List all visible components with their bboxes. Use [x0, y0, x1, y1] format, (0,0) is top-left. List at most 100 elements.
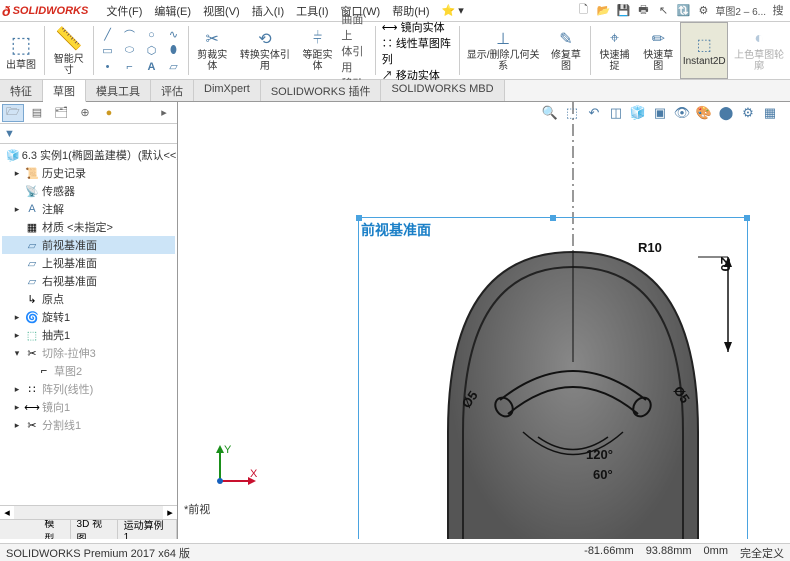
- tab-feature[interactable]: 特征: [0, 80, 43, 101]
- tree-root[interactable]: 🧊6.3 实例1(椭圆盖建模）(默认<<默认>_显: [2, 146, 175, 164]
- fm-config-icon[interactable]: 🗂: [50, 104, 72, 122]
- circle-icon[interactable]: ○: [144, 27, 160, 43]
- quick-snap-button[interactable]: ⌖快速捕捉: [593, 22, 637, 79]
- search-icon[interactable]: 搜: [770, 2, 786, 18]
- tree-shell[interactable]: ▸⬚抽壳1: [2, 326, 175, 344]
- bottom-tab-model[interactable]: 模型: [38, 519, 70, 539]
- rapid-sketch-button[interactable]: ✏快速草图: [636, 22, 680, 79]
- app-name: SOLIDWORKS: [13, 5, 89, 17]
- exit-sketch-button[interactable]: ⬚出草图: [0, 22, 42, 79]
- section-icon[interactable]: ◫: [606, 104, 626, 122]
- tab-mold[interactable]: 模具工具: [86, 80, 151, 101]
- convert-button[interactable]: ⟲转换实体引用: [234, 22, 296, 79]
- linear-pattern[interactable]: ∷ 线性草图阵列: [382, 35, 454, 67]
- spline-icon[interactable]: ∿: [166, 27, 182, 43]
- offset-button[interactable]: ⫩等距实体: [296, 22, 340, 79]
- tree-cut-extrude[interactable]: ▾✂切除-拉伸3: [2, 344, 175, 362]
- tree-right-plane[interactable]: ▱右视基准面: [2, 272, 175, 290]
- rebuild-icon[interactable]: 🔃: [675, 2, 691, 18]
- tree-history[interactable]: ▸📜历史记录: [2, 164, 175, 182]
- dim-r10[interactable]: R10: [638, 240, 662, 255]
- tree-sketch2[interactable]: ⌐草图2: [2, 362, 175, 380]
- open-icon[interactable]: 📂: [595, 2, 611, 18]
- shade-contour-button[interactable]: ◐上色草图轮廓: [728, 22, 790, 79]
- view-triad[interactable]: Y X: [210, 441, 260, 491]
- tree-material[interactable]: ▦材质 <未指定>: [2, 218, 175, 236]
- view-settings-icon[interactable]: ⚙: [738, 104, 758, 122]
- dim-120[interactable]: 120°: [586, 447, 613, 462]
- menu-insert[interactable]: 插入(I): [246, 1, 290, 21]
- tab-mbd[interactable]: SOLIDWORKS MBD: [381, 80, 504, 101]
- new-icon[interactable]: 🗋: [575, 2, 591, 18]
- feature-tree[interactable]: 🧊6.3 实例1(椭圆盖建模）(默认<<默认>_显 ▸📜历史记录 📡传感器 ▸A…: [0, 144, 177, 505]
- rect-icon[interactable]: ▭: [100, 43, 116, 59]
- hide-show-icon[interactable]: 👁: [672, 104, 692, 122]
- zoom-fit-icon[interactable]: 🔍: [540, 104, 560, 122]
- tree-pattern[interactable]: ▸∷阵列(线性): [2, 380, 175, 398]
- menu-view[interactable]: 视图(V): [197, 1, 246, 21]
- prev-view-icon[interactable]: ↶: [584, 104, 604, 122]
- options-icon[interactable]: ⚙: [695, 2, 711, 18]
- appearance-icon[interactable]: 🎨: [694, 104, 714, 122]
- zoom-area-icon[interactable]: ⬚: [562, 104, 582, 122]
- view-name-label: *前视: [184, 501, 210, 517]
- tree-origin[interactable]: ↳原点: [2, 290, 175, 308]
- save-icon[interactable]: 💾: [615, 2, 631, 18]
- smart-dimension-button[interactable]: 📏智能尺寸: [47, 22, 91, 79]
- view-orient-icon[interactable]: 🧊: [628, 104, 648, 122]
- tree-revolve[interactable]: ▸🌀旋转1: [2, 308, 175, 326]
- ellipse-icon[interactable]: ⬮: [166, 43, 182, 59]
- bottom-tab-3dview[interactable]: 3D 视图: [71, 519, 118, 539]
- tree-top-plane[interactable]: ▱上视基准面: [2, 254, 175, 272]
- menu-tools[interactable]: 工具(I): [290, 1, 334, 21]
- scene-icon[interactable]: ⬤: [716, 104, 736, 122]
- doc-dropdown[interactable]: 草图2 – 6...: [715, 2, 766, 18]
- command-tabs: 特征 草图 模具工具 评估 DimXpert SOLIDWORKS 插件 SOL…: [0, 80, 790, 102]
- tree-annotations[interactable]: ▸A注解: [2, 200, 175, 218]
- polygon-icon[interactable]: ⬡: [144, 43, 160, 59]
- line-icon[interactable]: ╱: [100, 27, 116, 43]
- tab-sketch[interactable]: 草图: [43, 80, 86, 102]
- hscroll-left[interactable]: ◂: [0, 506, 14, 519]
- fm-display-icon[interactable]: ●: [98, 104, 120, 122]
- tab-addins[interactable]: SOLIDWORKS 插件: [261, 80, 382, 101]
- print-icon[interactable]: 🖶: [635, 2, 651, 18]
- status-state: 完全定义: [740, 545, 784, 561]
- display-style-icon[interactable]: ▣: [650, 104, 670, 122]
- menu-edit[interactable]: 编辑(E): [148, 1, 197, 21]
- graphics-area[interactable]: 🔍 ⬚ ↶ ◫ 🧊 ▣ 👁 🎨 ⬤ ⚙ ▦ 前视基准面: [178, 102, 790, 539]
- tab-dimxpert[interactable]: DimXpert: [194, 80, 261, 101]
- tree-sensors[interactable]: 📡传感器: [2, 182, 175, 200]
- text-icon[interactable]: A: [144, 59, 160, 75]
- trim-button[interactable]: ✂剪裁实体: [190, 22, 234, 79]
- tree-front-plane[interactable]: ▱前视基准面: [2, 236, 175, 254]
- tree-split[interactable]: ▸✂分割线1: [2, 416, 175, 434]
- point-icon[interactable]: •: [100, 59, 116, 75]
- fm-property-icon[interactable]: ▤: [26, 104, 48, 122]
- dim-60[interactable]: 60°: [593, 467, 613, 482]
- cursor-icon[interactable]: ↖: [655, 2, 671, 18]
- show-relations-button[interactable]: ⊥显示/删除几何关系: [462, 22, 544, 79]
- fm-tree-icon[interactable]: 🗁: [2, 104, 24, 122]
- fm-dim-icon[interactable]: ⊕: [74, 104, 96, 122]
- menu-dropdown-icon[interactable]: ⭐ ▾: [436, 2, 470, 19]
- slot-icon[interactable]: ⬭: [122, 43, 138, 59]
- tab-evaluate[interactable]: 评估: [151, 80, 194, 101]
- dim-20[interactable]: 20: [718, 257, 733, 271]
- repair-sketch-button[interactable]: ✎修复草图: [544, 22, 588, 79]
- filter-icon[interactable]: ▼: [4, 128, 15, 140]
- status-version: SOLIDWORKS Premium 2017 x64 版: [6, 545, 190, 561]
- menu-file[interactable]: 文件(F): [100, 1, 148, 21]
- hscroll-right[interactable]: ▸: [163, 506, 177, 519]
- viewport-icon[interactable]: ▦: [760, 104, 780, 122]
- fillet-icon[interactable]: ⌐: [122, 59, 138, 75]
- bottom-tab-study[interactable]: 运动算例 1: [118, 519, 177, 539]
- mirror-entities[interactable]: ⟷ 镜向实体: [382, 19, 454, 35]
- tree-mirror[interactable]: ▸⟷镜向1: [2, 398, 175, 416]
- plane-icon[interactable]: ▱: [166, 59, 182, 75]
- fm-expand-icon[interactable]: ▸: [153, 104, 175, 122]
- feature-manager-panel: 🗁 ▤ 🗂 ⊕ ● ▸ ▼ 🧊6.3 实例1(椭圆盖建模）(默认<<默认>_显 …: [0, 102, 178, 539]
- menu-help[interactable]: 帮助(H): [386, 1, 435, 21]
- arc-icon[interactable]: ⌒: [122, 27, 138, 43]
- instant2d-button[interactable]: ⬚Instant2D: [680, 22, 728, 79]
